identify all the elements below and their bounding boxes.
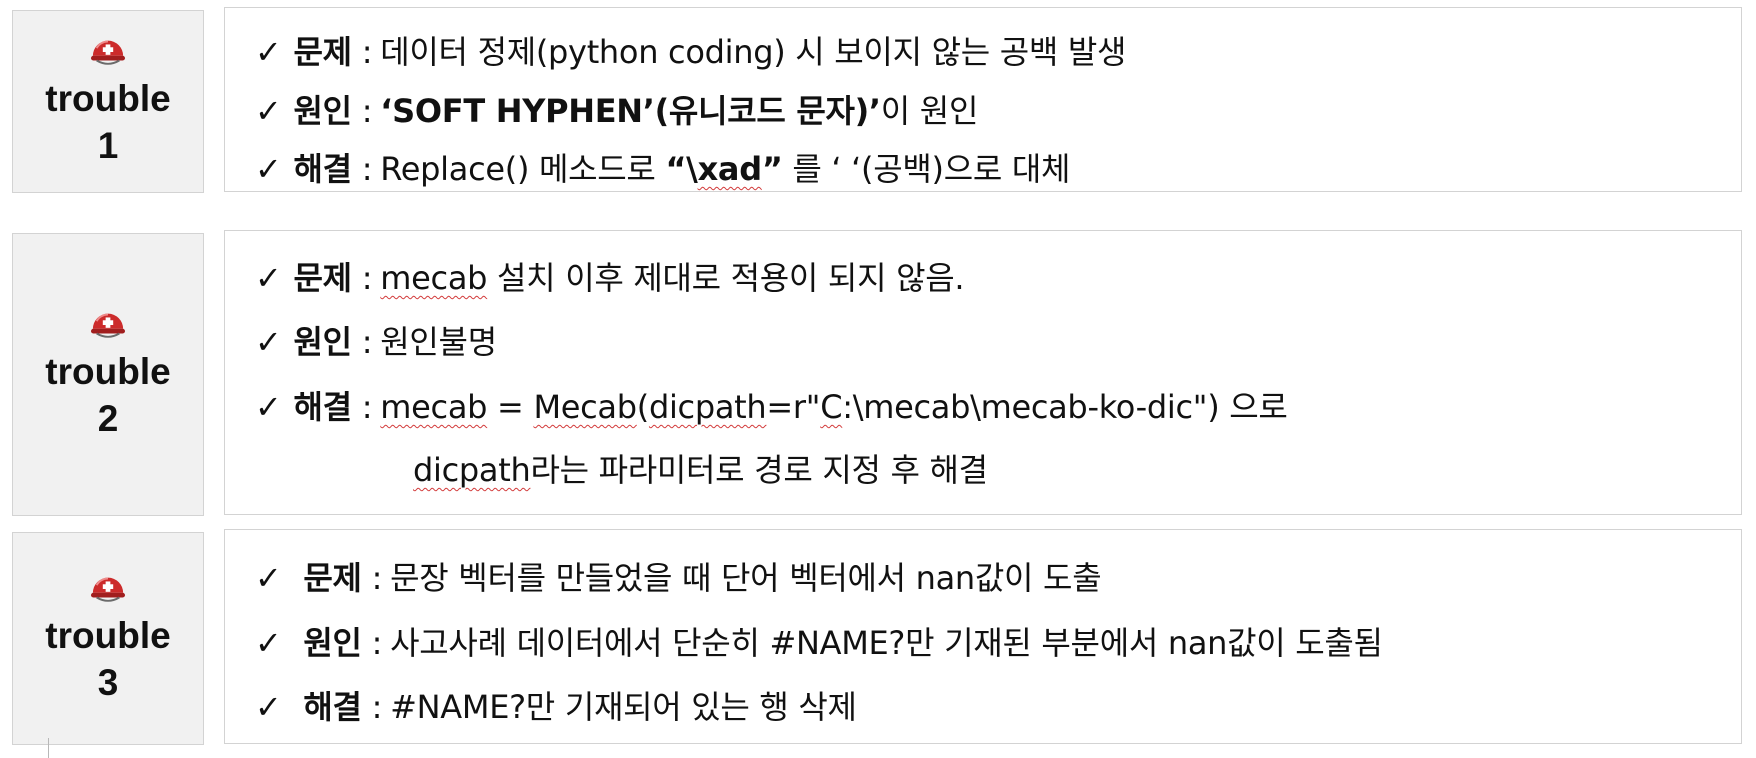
divider-line bbox=[48, 738, 49, 758]
colon: : bbox=[371, 688, 383, 726]
solution-key: 해결 bbox=[293, 388, 353, 426]
trouble-label: trouble bbox=[45, 614, 171, 656]
solution-r: =r" bbox=[766, 388, 821, 426]
problem-key: 문제 bbox=[293, 33, 353, 71]
solution-continuation: dicpath라는 파라미터로 경로 지정 후 해결 bbox=[413, 445, 988, 491]
trouble-3-content: ✓ 문제: 문장 벡터를 만들었을 때 단어 벡터에서 nan값이 도출 ✓ 원인… bbox=[224, 529, 1742, 744]
cause-line: ✓ 원인: ‘SOFT HYPHEN’(유니코드 문자)’이 원인 bbox=[255, 86, 978, 132]
check-icon: ✓ bbox=[255, 323, 282, 361]
colon: : bbox=[361, 323, 373, 361]
solution-line: ✓ 해결: Replace() 메소드로 “\xad” 를 ‘ ‘(공백)으로 대체 bbox=[255, 144, 1070, 190]
trouble-label: trouble bbox=[45, 77, 171, 119]
trouble-3-label-box: trouble 3 bbox=[12, 532, 204, 745]
solution-dicpath: dicpath bbox=[648, 388, 767, 426]
problem-key: 문제 bbox=[303, 559, 362, 597]
solution-line: ✓ 해결: mecab = Mecab(dicpath=r"C:\mecab\mec… bbox=[255, 382, 1288, 428]
solution-text-rest: 를 ‘ ‘(공백)으로 대체 bbox=[782, 150, 1071, 188]
solution2-dicpath: dicpath bbox=[413, 451, 531, 489]
problem-text: 데이터 정제(python coding) 시 보이지 않는 공백 발생 bbox=[380, 33, 1127, 71]
cause-line: ✓ 원인: 원인불명 bbox=[255, 317, 497, 363]
problem-line: ✓ 문제: mecab 설치 이후 제대로 적용이 되지 않음. bbox=[255, 253, 965, 299]
solution-mecab: mecab bbox=[380, 388, 488, 426]
check-icon: ✓ bbox=[255, 624, 282, 662]
trouble-label: trouble bbox=[45, 350, 171, 392]
cause-text: 이 원인 bbox=[880, 92, 979, 130]
problem-text: 설치 이후 제대로 적용이 되지 않음. bbox=[487, 259, 965, 297]
colon: : bbox=[361, 388, 373, 426]
cause-line: ✓ 원인: 사고사례 데이터에서 단순히 #NAME?만 기재된 부분에서 nan… bbox=[255, 618, 1383, 664]
solution-quote-close: ” bbox=[761, 150, 783, 188]
solution-Mecab: Mecab bbox=[533, 388, 637, 426]
problem-key: 문제 bbox=[293, 259, 353, 297]
check-icon: ✓ bbox=[255, 92, 282, 130]
colon: : bbox=[361, 92, 373, 130]
solution-text: #NAME?만 기재되어 있는 행 삭제 bbox=[390, 688, 857, 726]
solution-eq: = bbox=[487, 388, 534, 426]
solution-path: :\mecab\mecab-ko-dic") 으로 bbox=[842, 388, 1288, 426]
rescue-helmet-icon bbox=[91, 313, 125, 338]
check-icon: ✓ bbox=[255, 688, 282, 726]
trouble-number: 3 bbox=[97, 661, 119, 703]
problem-mecab: mecab bbox=[380, 259, 488, 297]
cause-bold-text: ‘SOFT HYPHEN’(유니코드 문자)’ bbox=[380, 92, 881, 130]
check-icon: ✓ bbox=[255, 150, 282, 188]
solution-line: ✓ 해결: #NAME?만 기재되어 있는 행 삭제 bbox=[255, 682, 857, 728]
solution-key: 해결 bbox=[293, 150, 353, 188]
cause-text: 원인불명 bbox=[380, 323, 497, 361]
solution2-text: 라는 파라미터로 경로 지정 후 해결 bbox=[530, 451, 988, 489]
trouble-2-label-box: trouble 2 bbox=[12, 233, 204, 516]
colon: : bbox=[371, 624, 383, 662]
trouble-1-label-box: trouble 1 bbox=[12, 10, 204, 193]
problem-line: ✓ 문제: 데이터 정제(python coding) 시 보이지 않는 공백 발생 bbox=[255, 27, 1126, 73]
trouble-number: 2 bbox=[97, 397, 119, 439]
solution-key: 해결 bbox=[303, 688, 362, 726]
cause-text: 사고사례 데이터에서 단순히 #NAME?만 기재된 부분에서 nan값이 도출… bbox=[390, 624, 1383, 662]
check-icon: ✓ bbox=[255, 259, 282, 297]
check-icon: ✓ bbox=[255, 33, 282, 71]
solution-paren: ( bbox=[636, 388, 649, 426]
rescue-helmet-icon bbox=[91, 40, 125, 65]
colon: : bbox=[361, 150, 373, 188]
trouble-number: 1 bbox=[97, 124, 119, 166]
colon: : bbox=[361, 33, 373, 71]
solution-xad: xad bbox=[697, 150, 763, 188]
cause-key: 원인 bbox=[293, 92, 353, 130]
colon: : bbox=[361, 259, 373, 297]
solution-C: C bbox=[820, 388, 843, 426]
check-icon: ✓ bbox=[255, 388, 282, 426]
check-icon: ✓ bbox=[255, 559, 282, 597]
trouble-1-content: ✓ 문제: 데이터 정제(python coding) 시 보이지 않는 공백 발생… bbox=[224, 7, 1742, 192]
problem-line: ✓ 문제: 문장 벡터를 만들었을 때 단어 벡터에서 nan값이 도출 bbox=[255, 553, 1102, 599]
cause-key: 원인 bbox=[303, 624, 362, 662]
colon: : bbox=[371, 559, 383, 597]
cause-key: 원인 bbox=[293, 323, 353, 361]
trouble-2-content: ✓ 문제: mecab 설치 이후 제대로 적용이 되지 않음. ✓ 원인: 원인불명 … bbox=[224, 230, 1742, 515]
rescue-helmet-icon bbox=[91, 577, 125, 602]
problem-text: 문장 벡터를 만들었을 때 단어 벡터에서 nan값이 도출 bbox=[390, 559, 1102, 597]
solution-quote-open: “\ bbox=[665, 150, 698, 188]
solution-text: Replace() 메소드로 bbox=[380, 150, 666, 188]
